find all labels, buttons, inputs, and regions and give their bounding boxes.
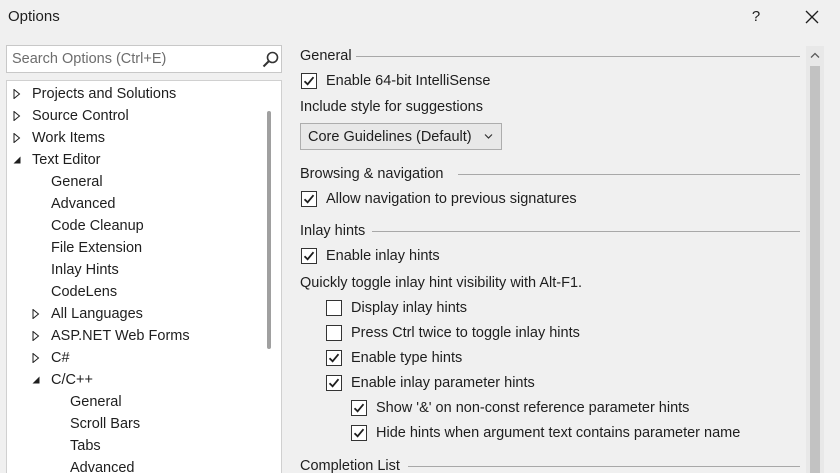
checkmark-icon <box>353 403 365 413</box>
style-dropdown[interactable]: Core Guidelines (Default) <box>300 123 502 150</box>
tree-item-label: Inlay Hints <box>51 262 119 278</box>
checkbox-label: Enable inlay parameter hints <box>351 375 535 391</box>
tree-item[interactable]: Code Cleanup <box>7 215 265 237</box>
style-label: Include style for suggestions <box>300 99 483 115</box>
checkbox-label: Enable type hints <box>351 350 463 366</box>
tree-item[interactable]: File Extension <box>7 237 265 259</box>
checkbox[interactable] <box>351 400 367 416</box>
checkbox[interactable] <box>301 73 317 89</box>
tree-item-label: Advanced <box>51 196 116 212</box>
title-bar: Options ? <box>0 0 840 34</box>
tree-item-label: ASP.NET Web Forms <box>51 328 190 344</box>
tree-item-label: Code Cleanup <box>51 218 144 234</box>
tree-item-label: C/C++ <box>51 372 93 388</box>
checkbox-label: Press Ctrl twice to toggle inlay hints <box>351 325 580 341</box>
expand-triangle-right-icon[interactable] <box>30 347 42 369</box>
section-title: Browsing & navigation <box>300 166 444 182</box>
checkbox-label: Show '&' on non-const reference paramete… <box>376 400 690 416</box>
section-header-general: General <box>300 46 800 66</box>
divider <box>408 466 800 467</box>
divider <box>458 174 800 175</box>
checkbox[interactable] <box>351 425 367 441</box>
expand-triangle-down-icon[interactable] <box>30 369 42 391</box>
tree-item[interactable]: Projects and Solutions <box>7 83 265 105</box>
chevron-down-icon <box>484 134 493 139</box>
expand-triangle-right-icon[interactable] <box>11 83 23 105</box>
checkbox[interactable] <box>301 191 317 207</box>
checkbox[interactable] <box>301 248 317 264</box>
tree-item[interactable]: Tabs <box>7 435 265 457</box>
help-button[interactable]: ? <box>744 4 768 30</box>
close-icon <box>805 10 819 24</box>
tree-item[interactable]: Advanced <box>7 457 265 473</box>
tree-item[interactable]: ASP.NET Web Forms <box>7 325 265 347</box>
checkmark-icon <box>303 251 315 261</box>
tree-item[interactable]: Inlay Hints <box>7 259 265 281</box>
tree-item[interactable]: CodeLens <box>7 281 265 303</box>
scroll-thumb[interactable] <box>810 66 820 473</box>
tree-item[interactable]: Source Control <box>7 105 265 127</box>
expand-triangle-right-icon[interactable] <box>11 127 23 149</box>
tree-item-label: Work Items <box>32 130 106 146</box>
options-tree: Projects and Solutions Source Control Work… <box>6 80 282 473</box>
tree-item[interactable]: Text Editor <box>7 149 265 171</box>
checkbox[interactable] <box>326 350 342 366</box>
dropdown-value: Core Guidelines (Default) <box>308 129 472 145</box>
expand-triangle-right-icon[interactable] <box>11 105 23 127</box>
section-title: Completion List <box>300 458 400 473</box>
section-header-inlay-hints: Inlay hints <box>300 221 800 241</box>
tree-item[interactable]: Scroll Bars <box>7 413 265 435</box>
checkbox-label: Allow navigation to previous signatures <box>326 191 577 207</box>
tree-item-label: Tabs <box>70 438 101 454</box>
tree-item-label: CodeLens <box>51 284 118 300</box>
checkbox-label: Enable inlay hints <box>326 248 440 264</box>
checkmark-icon <box>303 76 315 86</box>
tree-item-label: General <box>51 174 103 190</box>
checkbox[interactable] <box>326 300 342 316</box>
section-title: General <box>300 48 352 64</box>
tree-item-label: C# <box>51 350 70 366</box>
options-scrollbar[interactable] <box>806 46 824 473</box>
search-input[interactable] <box>7 46 255 72</box>
expand-triangle-right-icon[interactable] <box>30 303 42 325</box>
tree-item[interactable]: General <box>7 171 265 193</box>
tree-item-label: Advanced <box>70 460 135 473</box>
search-icon[interactable] <box>262 51 280 69</box>
tree-item[interactable]: General <box>7 391 265 413</box>
close-button[interactable] <box>800 4 824 30</box>
expand-triangle-right-icon[interactable] <box>30 325 42 347</box>
toggle-hint-text: Quickly toggle inlay hint visibility wit… <box>300 275 583 291</box>
tree-item-label: Text Editor <box>32 152 101 168</box>
tree-scrollbar[interactable] <box>267 111 271 349</box>
divider <box>372 231 800 232</box>
tree-item[interactable]: All Languages <box>7 303 265 325</box>
tree-item-label: Source Control <box>32 108 129 124</box>
section-header-completion-list: Completion List <box>300 456 800 473</box>
window-title: Options <box>8 8 60 25</box>
checkbox-label: Display inlay hints <box>351 300 468 316</box>
expand-triangle-down-icon[interactable] <box>11 149 23 171</box>
checkmark-icon <box>353 428 365 438</box>
divider <box>356 56 800 57</box>
tree-item[interactable]: Work Items <box>7 127 265 149</box>
search-box <box>6 45 282 73</box>
checkmark-icon <box>328 353 340 363</box>
tree-item[interactable]: C# <box>7 347 265 369</box>
tree-item[interactable]: C/C++ <box>7 369 265 391</box>
tree-item-label: General <box>70 394 122 410</box>
tree-item-label: Projects and Solutions <box>32 86 177 102</box>
tree-item-label: Scroll Bars <box>70 416 141 432</box>
scroll-up-arrow-icon[interactable] <box>810 52 820 59</box>
checkbox-label: Hide hints when argument text contains p… <box>376 425 741 441</box>
section-title: Inlay hints <box>300 223 366 239</box>
section-header-browsing: Browsing & navigation <box>300 164 800 184</box>
checkbox-label: Enable 64-bit IntelliSense <box>326 73 491 89</box>
checkbox[interactable] <box>326 375 342 391</box>
tree-item-label: File Extension <box>51 240 143 256</box>
checkbox[interactable] <box>326 325 342 341</box>
checkmark-icon <box>303 194 315 204</box>
tree-item-label: All Languages <box>51 306 143 322</box>
tree-item[interactable]: Advanced <box>7 193 265 215</box>
checkmark-icon <box>328 378 340 388</box>
